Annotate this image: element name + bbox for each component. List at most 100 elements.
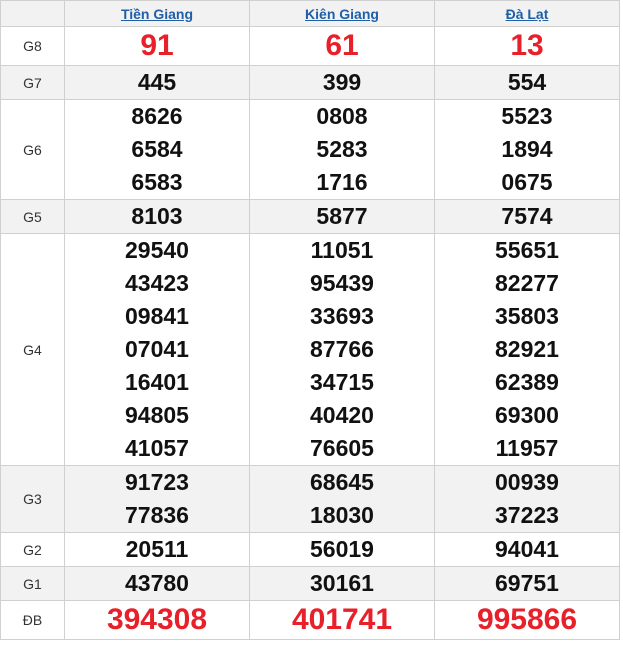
prize-row-special: ĐB 394308 401741 995866 (0, 600, 620, 640)
result-number: 995866 (476, 603, 578, 636)
result-number: 0675 (501, 169, 553, 195)
result-number: 40420 (310, 402, 374, 428)
result-number: 56019 (310, 536, 374, 562)
result-number: 401741 (291, 603, 393, 636)
result-cell: 91723 77836 (64, 465, 250, 533)
result-number: 37223 (495, 502, 559, 528)
header-row: Tiền Giang Kiên Giang Đà Lạt (0, 0, 620, 27)
result-number: 1716 (316, 169, 368, 195)
result-cell: 68645 18030 (249, 465, 435, 533)
result-cell: 445 (64, 65, 250, 100)
result-number: 20511 (125, 536, 189, 562)
prize-row-g7: G7 445 399 554 (0, 65, 620, 100)
lottery-results-table: Tiền Giang Kiên Giang Đà Lạt G8 91 61 13… (0, 0, 620, 640)
result-number: 30161 (310, 570, 374, 596)
result-cell: 8626 6584 6583 (64, 99, 250, 200)
result-cell: 61 (249, 26, 435, 66)
header-corner-cell (0, 0, 65, 27)
result-number: 91723 (125, 469, 189, 495)
result-number: 0808 (316, 103, 368, 129)
prize-row-g2: G2 20511 56019 94041 (0, 532, 620, 567)
result-number: 18030 (310, 502, 374, 528)
prize-label: G8 (0, 26, 65, 66)
result-number: 16401 (125, 369, 189, 395)
result-number: 35803 (495, 303, 559, 329)
result-number: 61 (325, 29, 359, 62)
result-cell: 0808 5283 1716 (249, 99, 435, 200)
result-cell: 7574 (434, 199, 620, 234)
result-cell: 69751 (434, 566, 620, 601)
result-number: 34715 (310, 369, 374, 395)
result-cell: 55651 82277 35803 82921 62389 69300 1195… (434, 233, 620, 466)
province-link[interactable]: Tiền Giang (121, 6, 193, 22)
prize-label: G6 (0, 99, 65, 200)
prize-label: G5 (0, 199, 65, 234)
prize-row-g5: G5 8103 5877 7574 (0, 199, 620, 234)
result-cell: 5877 (249, 199, 435, 234)
header-province-3: Đà Lạt (434, 0, 620, 27)
result-number: 94041 (495, 536, 559, 562)
result-number: 77836 (125, 502, 189, 528)
result-number: 94805 (125, 402, 189, 428)
result-number: 554 (507, 69, 547, 95)
result-number: 69300 (495, 402, 559, 428)
result-cell: 91 (64, 26, 250, 66)
prize-label: G1 (0, 566, 65, 601)
result-cell: 13 (434, 26, 620, 66)
result-cell: 11051 95439 33693 87766 34715 40420 7660… (249, 233, 435, 466)
province-link[interactable]: Kiên Giang (305, 6, 379, 22)
prize-label: ĐB (0, 600, 65, 640)
result-cell: 399 (249, 65, 435, 100)
result-number: 43780 (125, 570, 189, 596)
result-number: 11957 (495, 435, 559, 461)
result-number: 00939 (495, 469, 559, 495)
result-number: 09841 (125, 303, 189, 329)
prize-label: G7 (0, 65, 65, 100)
province-link[interactable]: Đà Lạt (506, 6, 549, 22)
result-number: 6584 (131, 136, 183, 162)
result-number: 41057 (125, 435, 189, 461)
result-number: 7574 (501, 203, 553, 229)
result-number: 29540 (125, 237, 189, 263)
result-number: 5283 (316, 136, 368, 162)
prize-label: G4 (0, 233, 65, 466)
prize-row-g6: G6 8626 6584 6583 0808 5283 1716 5523 18… (0, 99, 620, 200)
result-number: 11051 (310, 237, 374, 263)
prize-row-g8: G8 91 61 13 (0, 26, 620, 66)
result-number: 394308 (106, 603, 208, 636)
result-number: 91 (140, 29, 174, 62)
prize-label: G3 (0, 465, 65, 533)
result-number: 55651 (495, 237, 559, 263)
result-number: 43423 (125, 270, 189, 296)
result-cell: 20511 (64, 532, 250, 567)
result-cell: 8103 (64, 199, 250, 234)
prize-label: G2 (0, 532, 65, 567)
result-number: 5877 (316, 203, 368, 229)
header-province-1: Tiền Giang (64, 0, 250, 27)
result-number: 5523 (501, 103, 553, 129)
result-cell: 995866 (434, 600, 620, 640)
result-cell: 554 (434, 65, 620, 100)
result-number: 13 (510, 29, 544, 62)
result-number: 87766 (310, 336, 374, 362)
result-number: 95439 (310, 270, 374, 296)
result-number: 8626 (131, 103, 183, 129)
prize-row-g3: G3 91723 77836 68645 18030 00939 37223 (0, 465, 620, 533)
result-number: 62389 (495, 369, 559, 395)
result-number: 6583 (131, 169, 183, 195)
prize-row-g4: G4 29540 43423 09841 07041 16401 94805 4… (0, 233, 620, 466)
result-cell: 29540 43423 09841 07041 16401 94805 4105… (64, 233, 250, 466)
header-province-2: Kiên Giang (249, 0, 435, 27)
result-number: 07041 (125, 336, 189, 362)
result-number: 399 (322, 69, 362, 95)
result-number: 1894 (501, 136, 553, 162)
result-number: 8103 (131, 203, 183, 229)
result-number: 82277 (495, 270, 559, 296)
result-number: 82921 (495, 336, 559, 362)
result-cell: 94041 (434, 532, 620, 567)
result-number: 69751 (495, 570, 559, 596)
result-cell: 30161 (249, 566, 435, 601)
result-cell: 43780 (64, 566, 250, 601)
result-number: 33693 (310, 303, 374, 329)
prize-row-g1: G1 43780 30161 69751 (0, 566, 620, 601)
